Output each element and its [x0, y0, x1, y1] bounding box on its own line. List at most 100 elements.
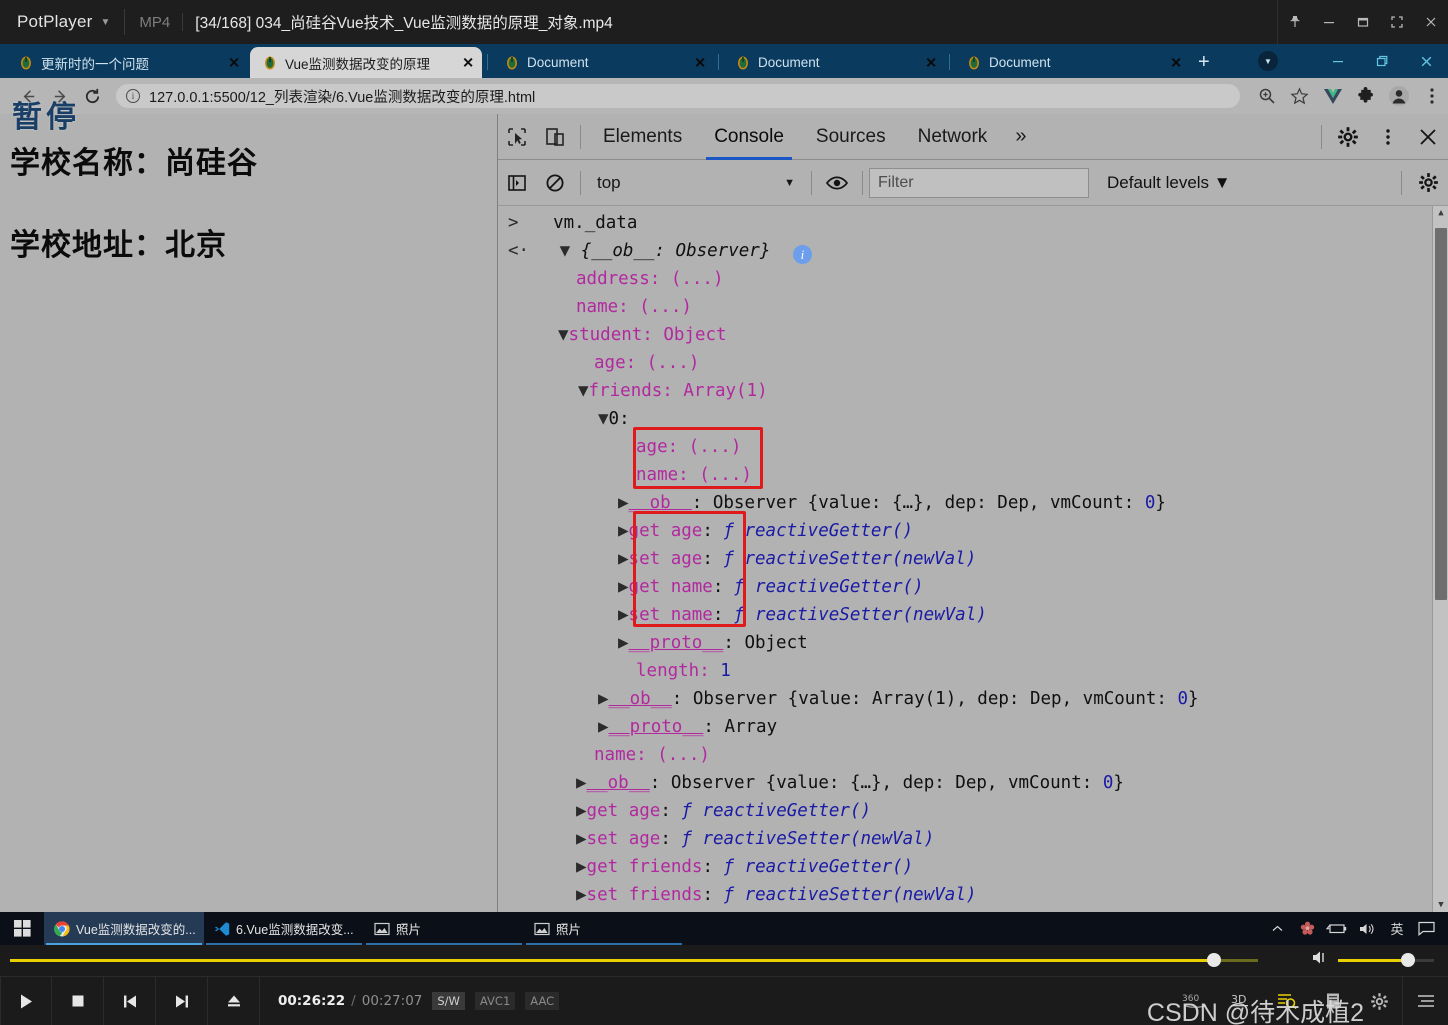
expand-triangle-icon[interactable]: ▶: [576, 885, 587, 905]
windows-start-icon[interactable]: [0, 912, 44, 945]
info-icon[interactable]: i: [792, 245, 812, 264]
volume-handle[interactable]: [1401, 953, 1416, 967]
extensions-puzzle-icon[interactable]: [1349, 78, 1382, 114]
expand-triangle-icon[interactable]: ▶: [618, 633, 629, 653]
close-devtools-icon[interactable]: [1408, 114, 1448, 160]
expand-triangle-icon[interactable]: ▶: [618, 605, 629, 625]
expand-triangle-icon[interactable]: ▶: [618, 521, 629, 541]
close-icon[interactable]: [1404, 44, 1448, 78]
volume-icon[interactable]: [1352, 912, 1382, 945]
close-tab-icon[interactable]: ✕: [1170, 54, 1182, 71]
fullscreen-icon[interactable]: [1380, 0, 1414, 44]
restore-icon[interactable]: [1360, 44, 1404, 78]
site-info-icon[interactable]: i: [126, 89, 140, 103]
potplayer-app-name[interactable]: PotPlayer: [0, 12, 93, 32]
seek-track[interactable]: [10, 953, 1258, 967]
taskbar-item-photos-2[interactable]: 照片: [524, 912, 684, 945]
seek-handle[interactable]: [1207, 953, 1222, 967]
clear-console-icon[interactable]: [536, 160, 574, 206]
devtools-tab-sources[interactable]: Sources: [800, 114, 902, 160]
taskbar-item-vscode[interactable]: 6.Vue监测数据改变...: [204, 912, 364, 945]
browser-tab-2[interactable]: Document ✕: [492, 47, 714, 78]
reload-icon[interactable]: [76, 78, 108, 114]
vue-icon: [735, 55, 751, 71]
show-hidden-icons-icon[interactable]: [1262, 912, 1292, 945]
profile-avatar-icon[interactable]: [1382, 78, 1415, 114]
console-output[interactable]: > vm._data <· ▼ {__ob__: Observer} i add…: [498, 206, 1448, 912]
audio-codec-chip[interactable]: AAC: [525, 992, 560, 1010]
volume-icon[interactable]: [1312, 950, 1330, 970]
volume-control[interactable]: [1312, 945, 1434, 975]
zoom-icon[interactable]: [1250, 78, 1283, 114]
devtools-tab-elements[interactable]: Elements: [587, 114, 698, 160]
live-expression-icon[interactable]: [818, 160, 856, 206]
menu-icon[interactable]: [1402, 976, 1448, 1025]
vue-devtools-icon[interactable]: [1316, 78, 1349, 114]
bookmark-star-icon[interactable]: [1283, 78, 1316, 114]
video-codec-chip[interactable]: AVC1: [474, 992, 516, 1010]
pin-icon[interactable]: [1278, 0, 1312, 44]
browser-tab-0[interactable]: 更新时的一个问题 ✕: [6, 47, 248, 78]
more-options-icon[interactable]: [1368, 114, 1408, 160]
expand-triangle-icon[interactable]: ▼: [598, 409, 609, 429]
close-tab-icon[interactable]: ✕: [228, 54, 240, 71]
address-bar[interactable]: i 127.0.0.1:5500/12_列表渲染/6.Vue监测数据改变的原理.…: [116, 84, 1240, 108]
volume-track[interactable]: [1338, 953, 1434, 967]
browser-tab-3[interactable]: Document ✕: [723, 47, 945, 78]
close-icon[interactable]: [1414, 0, 1448, 44]
expand-triangle-icon[interactable]: ▼: [560, 241, 571, 261]
play-icon[interactable]: [0, 976, 52, 1025]
next-icon[interactable]: [156, 976, 208, 1025]
eject-icon[interactable]: [208, 976, 260, 1025]
more-tabs-chevron-icon[interactable]: »: [1003, 125, 1038, 148]
console-sidebar-icon[interactable]: [498, 160, 536, 206]
expand-triangle-icon[interactable]: ▶: [598, 717, 609, 737]
browser-tab-4[interactable]: Document ✕: [954, 47, 1190, 78]
seek-bar[interactable]: [10, 945, 1258, 975]
previous-icon[interactable]: [104, 976, 156, 1025]
inspect-element-icon[interactable]: [498, 114, 536, 160]
browser-tab-1[interactable]: Vue监测数据改变的原理 ✕: [250, 47, 482, 78]
close-tab-icon[interactable]: ✕: [462, 54, 474, 71]
console-scrollbar[interactable]: ▲ ▼: [1432, 206, 1448, 912]
taskbar-item-chrome[interactable]: Vue监测数据改变的...: [44, 912, 204, 945]
stop-icon[interactable]: [52, 976, 104, 1025]
scroll-down-icon[interactable]: ▼: [1433, 898, 1448, 912]
console-context-selector[interactable]: top ▼: [587, 169, 805, 197]
expand-triangle-icon[interactable]: ▶: [618, 577, 629, 597]
devtools-tab-network[interactable]: Network: [902, 114, 1004, 160]
scrollbar-thumb[interactable]: [1435, 228, 1447, 600]
new-tab-button[interactable]: +: [1198, 52, 1210, 72]
expand-triangle-icon[interactable]: ▶: [576, 829, 587, 849]
expand-triangle-icon[interactable]: ▼: [558, 325, 569, 345]
flower-icon[interactable]: [1292, 912, 1322, 945]
expand-triangle-icon[interactable]: ▶: [576, 857, 587, 877]
expand-triangle-icon[interactable]: ▶: [618, 493, 629, 513]
chrome-menu-icon[interactable]: [1415, 78, 1448, 114]
profile-avatar[interactable]: ▼: [1258, 51, 1278, 71]
close-tab-icon[interactable]: ✕: [694, 54, 706, 71]
console-row-friend-proto: ▶__proto__: Object: [618, 633, 808, 653]
chevron-down-icon[interactable]: ▼: [101, 17, 111, 28]
expand-triangle-icon[interactable]: ▶: [618, 549, 629, 569]
notifications-icon[interactable]: [1412, 912, 1442, 945]
console-filter-input[interactable]: Filter: [869, 167, 1089, 198]
restore-icon[interactable]: [1346, 0, 1380, 44]
battery-icon[interactable]: [1322, 912, 1352, 945]
console-log-levels[interactable]: Default levels ▼: [1107, 173, 1231, 193]
device-toolbar-icon[interactable]: [536, 114, 574, 160]
console-settings-icon[interactable]: [1408, 160, 1448, 206]
expand-triangle-icon[interactable]: ▶: [576, 773, 587, 793]
ime-language-indicator[interactable]: 英: [1382, 912, 1412, 945]
taskbar-item-photos-1[interactable]: 照片: [364, 912, 524, 945]
minimize-icon[interactable]: [1316, 44, 1360, 78]
devtools-tab-console[interactable]: Console: [698, 114, 800, 160]
decoder-chip-sw[interactable]: S/W: [432, 992, 465, 1010]
expand-triangle-icon[interactable]: ▼: [578, 381, 589, 401]
expand-triangle-icon[interactable]: ▶: [598, 689, 609, 709]
close-tab-icon[interactable]: ✕: [925, 54, 937, 71]
scroll-up-icon[interactable]: ▲: [1433, 206, 1448, 220]
minimize-icon[interactable]: [1312, 0, 1346, 44]
expand-triangle-icon[interactable]: ▶: [576, 801, 587, 821]
settings-gear-icon[interactable]: [1328, 114, 1368, 160]
